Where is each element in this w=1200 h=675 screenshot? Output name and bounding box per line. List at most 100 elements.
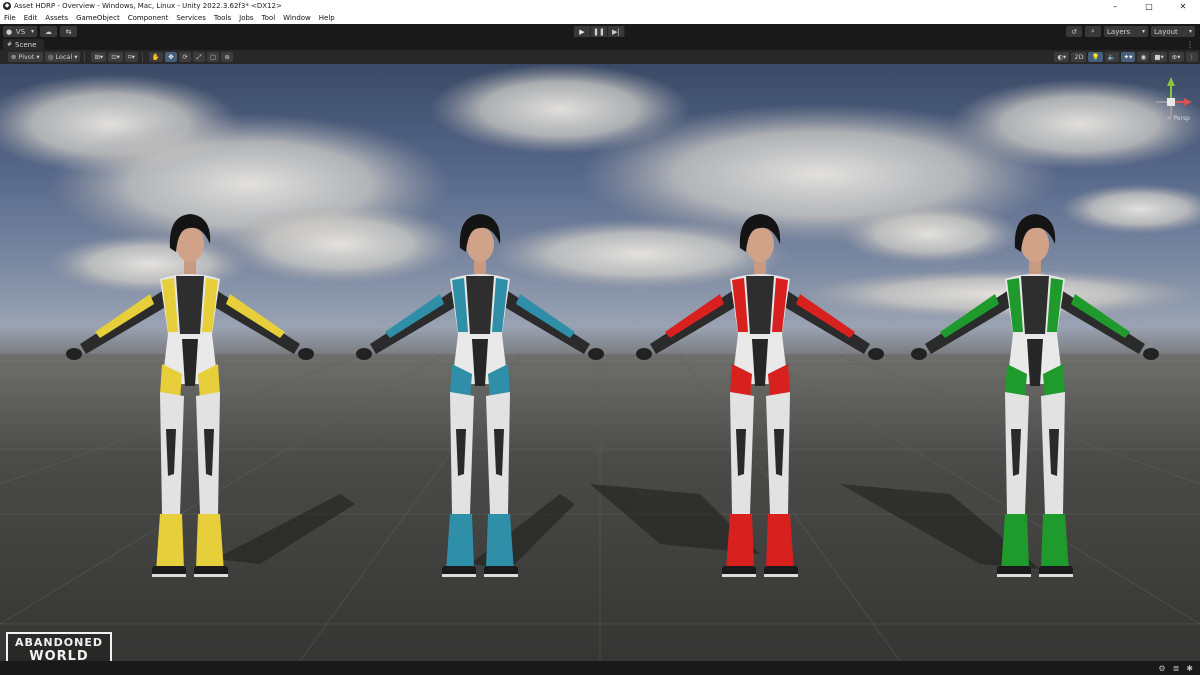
separator (84, 52, 86, 62)
cloud-button[interactable]: ☁ (40, 26, 57, 37)
audio-toggle[interactable]: 🔈 (1104, 52, 1119, 62)
progress-icon[interactable]: ⚙ (1158, 664, 1165, 673)
rect-tool-button[interactable]: ▢ (206, 52, 220, 62)
2d-mode-button[interactable]: 2D (1071, 52, 1087, 62)
grid-snap-icon: ⊞▾ (94, 53, 104, 61)
separator (141, 52, 143, 62)
chevron-down-icon: ▾ (36, 53, 40, 61)
menu-assets[interactable]: Assets (41, 12, 72, 24)
snap-increment-icon: ⊡▾ (111, 53, 120, 61)
menu-services[interactable]: Services (172, 12, 210, 24)
menu-tools[interactable]: Tools (210, 12, 235, 24)
scene-viewport[interactable]: ≺ Persp ABANDONED WORLD (0, 64, 1200, 661)
step-icon: ▶| (612, 27, 620, 36)
gizmos-dropdown[interactable]: ⊕▾ (1168, 52, 1184, 62)
hand-icon: ✋ (151, 53, 160, 61)
scene-render (0, 64, 1200, 661)
step-button[interactable]: ▶| (608, 26, 625, 37)
main-toolbar: ● VS ▾ ☁ ⇆ ▶ ❚❚ ▶| ↺ ⌕ Layers ▾ Layout ▾ (0, 24, 1200, 39)
move-tool-button[interactable]: ✥ (164, 52, 177, 62)
camera-settings-dropdown[interactable]: ■▾ (1151, 52, 1167, 62)
hidden-objects-toggle[interactable]: ◉ (1137, 52, 1150, 62)
play-icon: ▶ (579, 27, 585, 36)
menu-help[interactable]: Help (315, 12, 339, 24)
status-bar: ⚙ ≣ ✱ (0, 661, 1200, 675)
toolbar-right: ↺ ⌕ Layers ▾ Layout ▾ (1063, 26, 1195, 37)
scale-tool-button[interactable]: ⤢ (192, 52, 205, 62)
grid-visibility-button[interactable]: ⌗▾ (124, 52, 138, 62)
account-icon: ● (6, 27, 13, 36)
search-button[interactable]: ⌕ (1085, 26, 1101, 37)
effects-dropdown[interactable]: ✦▾ (1120, 52, 1136, 62)
transform-tool-button[interactable]: ⊛ (221, 52, 234, 62)
snap-increment-button[interactable]: ⊡▾ (108, 52, 123, 62)
maximize-icon[interactable]: □ (1132, 0, 1166, 12)
logo-line-1: ABANDONED (15, 636, 103, 649)
play-button[interactable]: ▶ (574, 26, 591, 37)
layout-dropdown[interactable]: Layout ▾ (1151, 26, 1195, 37)
grid-snapping-button[interactable]: ⊞▾ (91, 52, 107, 62)
grid-icon: # (7, 41, 13, 48)
orientation-gizmo[interactable] (1148, 74, 1194, 132)
transform-icon: ⊛ (224, 53, 230, 61)
speaker-icon: 🔈 (1107, 53, 1116, 61)
lighting-toggle[interactable]: 💡 (1088, 52, 1103, 62)
camera-icon: ■▾ (1154, 53, 1164, 61)
scene-toolbar: ⊕ Pivot ▾ ◎ Local ▾ ⊞▾ ⊡▾ ⌗▾ ✋ ✥ ⟳ ⤢ ▢ ⊛… (0, 50, 1200, 64)
menu-jobs[interactable]: Jobs (235, 12, 257, 24)
pivot-label: Pivot (18, 53, 35, 61)
close-icon[interactable]: ✕ (1166, 0, 1200, 12)
account-label: VS (15, 27, 26, 36)
draw-mode-dropdown[interactable]: ◐▾ (1054, 52, 1070, 62)
menu-gameobject[interactable]: GameObject (72, 12, 124, 24)
pivot-dropdown[interactable]: ⊕ Pivot ▾ (8, 52, 43, 62)
version-control-icon: ⇆ (65, 27, 72, 36)
rotate-tool-button[interactable]: ⟳ (178, 52, 191, 62)
eye-icon: ◉ (1140, 53, 1147, 61)
local-icon: ◎ (47, 53, 54, 61)
local-dropdown[interactable]: ◎ Local ▾ (44, 52, 81, 62)
layers-stack-icon[interactable]: ≣ (1173, 664, 1180, 673)
window-title: Asset HDRP - Overview - Windows, Mac, Li… (14, 2, 282, 10)
menu-edit[interactable]: Edit (20, 12, 42, 24)
layers-dropdown[interactable]: Layers ▾ (1104, 26, 1148, 37)
more-options-icon: ⋮ (1188, 53, 1196, 61)
chevron-down-icon: ▾ (74, 53, 78, 61)
window-controls: – □ ✕ (1098, 0, 1200, 12)
move-icon: ✥ (168, 53, 174, 61)
version-control-button[interactable]: ⇆ (60, 26, 77, 37)
scene-menu-button[interactable]: ⋮ (1185, 52, 1198, 62)
hand-tool-button[interactable]: ✋ (148, 52, 163, 62)
scene-toolbar-right: ◐▾ 2D 💡 🔈 ✦▾ ◉ ■▾ ⊕▾ ⋮ (1052, 52, 1198, 62)
settings-icon[interactable]: ✱ (1186, 664, 1193, 673)
account-dropdown[interactable]: ● VS ▾ (3, 26, 37, 37)
cloud-icon: ☁ (45, 27, 52, 36)
menu-component[interactable]: Component (124, 12, 173, 24)
menu-window[interactable]: Window (279, 12, 315, 24)
menu-file[interactable]: File (0, 12, 20, 24)
scale-icon: ⤢ (196, 52, 202, 61)
rect-icon: ▢ (209, 53, 217, 61)
unity-logo-icon: ◆ (3, 2, 11, 10)
logo-line-2: WORLD (29, 649, 89, 661)
perspective-label[interactable]: ≺ Persp (1167, 115, 1190, 122)
chevron-down-icon: ▾ (30, 28, 34, 35)
search-icon: ⌕ (1091, 27, 1095, 35)
minimize-icon[interactable]: – (1098, 0, 1132, 12)
playmode-controls: ▶ ❚❚ ▶| (574, 26, 625, 37)
tab-scene[interactable]: # Scene (3, 39, 45, 50)
pivot-icon: ⊕ (11, 53, 17, 61)
more-options-icon[interactable]: ⋮ (1186, 39, 1194, 50)
gizmos-icon: ⊕▾ (1171, 53, 1181, 61)
title-bar: ◆ Asset HDRP - Overview - Windows, Mac, … (0, 0, 1200, 12)
effects-icon: ✦▾ (1123, 53, 1133, 61)
local-label: Local (55, 53, 73, 61)
menu-tool[interactable]: Tool (258, 12, 280, 24)
layout-label: Layout (1154, 27, 1178, 36)
pause-button[interactable]: ❚❚ (591, 26, 608, 37)
layers-label: Layers (1107, 27, 1131, 36)
abandoned-world-logo: ABANDONED WORLD (6, 632, 112, 661)
pause-icon: ❚❚ (593, 27, 605, 36)
tab-scene-label: Scene (15, 40, 37, 49)
undo-history-button[interactable]: ↺ (1066, 26, 1082, 37)
